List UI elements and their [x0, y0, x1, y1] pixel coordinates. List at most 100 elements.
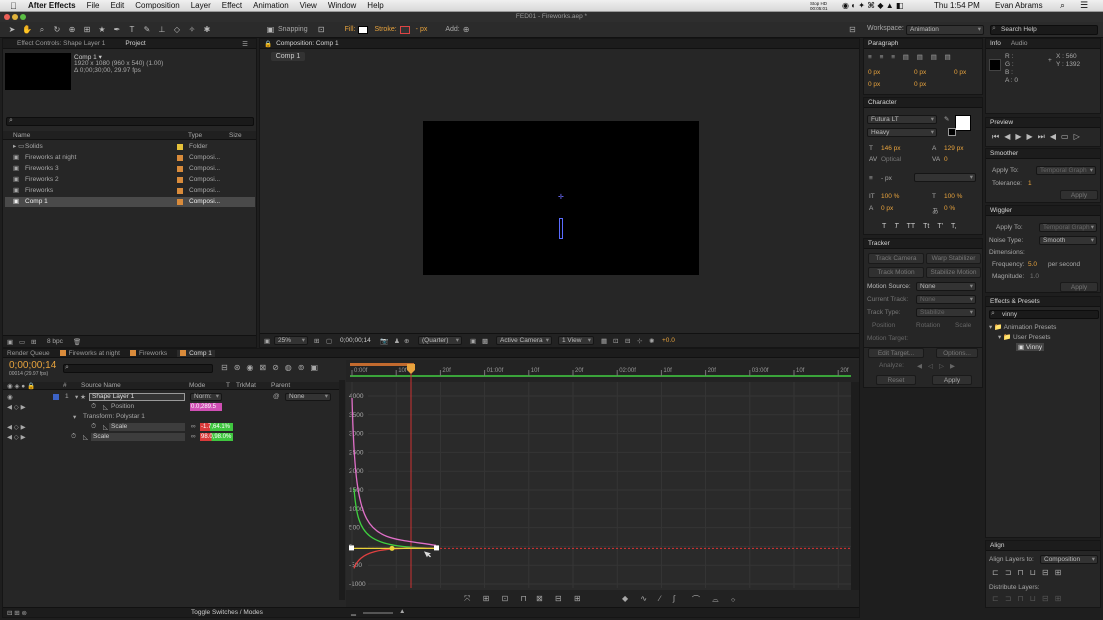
- inner-scale-property[interactable]: Scale: [109, 423, 185, 431]
- motion-source-select[interactable]: None: [916, 282, 976, 291]
- item-label-color[interactable]: [177, 166, 183, 172]
- notification-icon[interactable]: ☰: [1080, 0, 1088, 11]
- anchor-point-icon[interactable]: ✛: [558, 194, 564, 201]
- timeline-icon[interactable]: ⊟: [625, 337, 630, 345]
- channel-icon[interactable]: ⊕: [404, 337, 409, 345]
- reset-button[interactable]: Reset: [876, 375, 916, 385]
- fit-tool-icons[interactable]: ⊠ ⊟ ⊞: [536, 594, 586, 603]
- stopwatch-icon[interactable]: ⏱: [91, 403, 96, 411]
- camera-select[interactable]: Active Camera: [496, 336, 552, 345]
- tab-align[interactable]: Align: [990, 542, 1004, 549]
- scale-check[interactable]: Scale: [955, 322, 971, 329]
- snap-icon[interactable]: ⊡: [315, 24, 327, 35]
- scale-graph-toggle-icon[interactable]: ◺: [83, 433, 88, 441]
- scale-value[interactable]: 98.0,98.0%: [200, 433, 233, 441]
- col-size[interactable]: Size: [229, 132, 242, 139]
- menu-layer[interactable]: Layer: [191, 1, 211, 10]
- tolerance-value[interactable]: 1: [1028, 180, 1032, 187]
- tab-info[interactable]: Info: [990, 40, 1001, 47]
- project-item[interactable]: ▣ Fireworks 2 Composi...: [5, 175, 255, 185]
- menu-window[interactable]: Window: [328, 1, 356, 10]
- toggle-switches-modes[interactable]: Toggle Switches / Modes: [191, 609, 263, 616]
- current-track-select[interactable]: None: [916, 295, 976, 304]
- zoom-select[interactable]: 25%: [274, 336, 308, 345]
- tab-paragraph[interactable]: Paragraph: [868, 40, 898, 47]
- parent-select[interactable]: None: [285, 393, 331, 401]
- effects-search-input[interactable]: vinny: [989, 310, 1099, 319]
- resolution-select[interactable]: (Quarter): [418, 336, 462, 345]
- item-label-color[interactable]: [177, 188, 183, 194]
- transform-group-row[interactable]: ▾ Transform: Polystar 1: [3, 412, 339, 422]
- stroke-order-select[interactable]: [914, 173, 976, 182]
- interpret-footage-icon[interactable]: ▣: [7, 338, 13, 346]
- trash-icon[interactable]: 🗑: [73, 338, 81, 346]
- workspace-select[interactable]: Animation: [906, 25, 984, 35]
- col-source-name[interactable]: Source Name: [81, 382, 121, 389]
- safe-margins-icon[interactable]: ⊞: [314, 337, 319, 345]
- inner-scale-link-icon[interactable]: ∞: [191, 423, 196, 430]
- region-icon[interactable]: ▣: [470, 337, 476, 345]
- timeline-timecode[interactable]: 0;00;00;14: [9, 360, 56, 371]
- comp-canvas[interactable]: ✛: [423, 121, 699, 275]
- always-preview-icon[interactable]: ▣: [264, 337, 270, 345]
- tracker-apply-button[interactable]: Apply: [932, 375, 972, 385]
- rotate-tool-icon[interactable]: ↻: [51, 24, 63, 35]
- menu-help[interactable]: Help: [367, 1, 383, 10]
- clock[interactable]: Thu 1:54 PM: [934, 1, 980, 10]
- item-label-color[interactable]: [177, 144, 183, 150]
- scale-row[interactable]: ◀ ◇ ▶ ⏱ ◺ Scale ∞ 98.0,98.0%: [3, 432, 339, 442]
- item-label-color[interactable]: [177, 199, 183, 205]
- distribute-buttons[interactable]: ⊏⊐⊓⊔⊟⊞: [992, 594, 1067, 603]
- puppet-tool-icon[interactable]: ✱: [201, 24, 213, 35]
- analyze-buttons[interactable]: ◀◁▷▶: [917, 362, 961, 370]
- edit-target-button[interactable]: Edit Target...: [868, 348, 924, 358]
- zoom-tool-icon[interactable]: ⌕: [36, 24, 48, 35]
- comp-timecode[interactable]: 0;00;00;14: [340, 337, 371, 344]
- position-check[interactable]: Position: [872, 322, 895, 329]
- wiggler-apply-button[interactable]: Apply: [1060, 282, 1098, 292]
- position-property[interactable]: Position: [111, 403, 134, 410]
- graph-editor-canvas[interactable]: 0:00f 10f 20f 01:00f 10f 20f 02:00f 10f 20f 03:00…: [346, 360, 859, 607]
- tsume[interactable]: 0 %: [944, 205, 955, 212]
- options-button[interactable]: Options...: [936, 348, 978, 358]
- eraser-tool-icon[interactable]: ◇: [171, 24, 183, 35]
- frequency-value[interactable]: 5.0: [1028, 261, 1037, 268]
- animation-presets-item[interactable]: ▾ 📁 Animation Presets: [989, 323, 1056, 331]
- layer-expand-icon[interactable]: ▾ ★: [75, 393, 86, 401]
- tab-fireworks[interactable]: Fireworks: [129, 350, 167, 357]
- align-target-select[interactable]: Composition: [1040, 555, 1098, 564]
- flowchart-icon[interactable]: ⊹: [637, 337, 642, 345]
- project-item[interactable]: ▸ ▭ Solids Folder: [5, 142, 255, 152]
- project-item[interactable]: ▣ Fireworks at night Composi...: [5, 153, 255, 163]
- tab-render-queue[interactable]: Render Queue: [7, 350, 50, 357]
- graph-editor[interactable]: 0:00f 10f 20f 01:00f 10f 20f 02:00f 10f 20f 03:00…: [346, 360, 859, 607]
- fill-color-swatch[interactable]: [955, 115, 971, 131]
- camera-tool-icon[interactable]: ⊕: [66, 24, 78, 35]
- tab-effects-presets[interactable]: Effects & Presets: [990, 298, 1040, 305]
- exposure-icon[interactable]: ✺: [649, 337, 654, 345]
- kerning[interactable]: Optical: [881, 156, 901, 163]
- layer-label-color[interactable]: [53, 394, 59, 400]
- new-comp-icon[interactable]: ⊞: [31, 338, 36, 346]
- space-before[interactable]: 0 px: [868, 81, 880, 88]
- col-mode[interactable]: Mode: [189, 382, 205, 389]
- ease-tool-icons[interactable]: ⌒ ⌓ ⌔: [692, 594, 741, 605]
- tab-wiggler[interactable]: Wiggler: [990, 207, 1012, 214]
- pen-tool-icon[interactable]: ✒: [111, 24, 123, 35]
- align-buttons[interactable]: ⊏⊐⊓⊔⊟⊞: [992, 568, 1067, 577]
- menu-edit[interactable]: Edit: [110, 1, 124, 10]
- scale-property[interactable]: Scale: [91, 433, 185, 441]
- exposure-value[interactable]: +0.0: [662, 337, 675, 344]
- noise-type-select[interactable]: Smooth: [1039, 236, 1097, 245]
- preview-controls[interactable]: ⏮◀▶▶⏭◀▭▷: [992, 132, 1085, 142]
- menu-file[interactable]: File: [87, 1, 100, 10]
- menu-view[interactable]: View: [300, 1, 317, 10]
- col-type[interactable]: Type: [188, 132, 202, 139]
- shape-tool-icon[interactable]: ★: [96, 24, 108, 35]
- layer-row[interactable]: ◉ 1 ▾ ★ Shape Layer 1 Norm: @ None: [3, 392, 339, 402]
- indent-left[interactable]: 0 px: [868, 69, 880, 76]
- stabilize-motion-button[interactable]: Stabilize Motion: [926, 267, 981, 278]
- vinny-preset-item[interactable]: ▣ Vinny: [1016, 343, 1045, 351]
- tab-preview[interactable]: Preview: [990, 119, 1013, 126]
- project-search-input[interactable]: [6, 117, 254, 126]
